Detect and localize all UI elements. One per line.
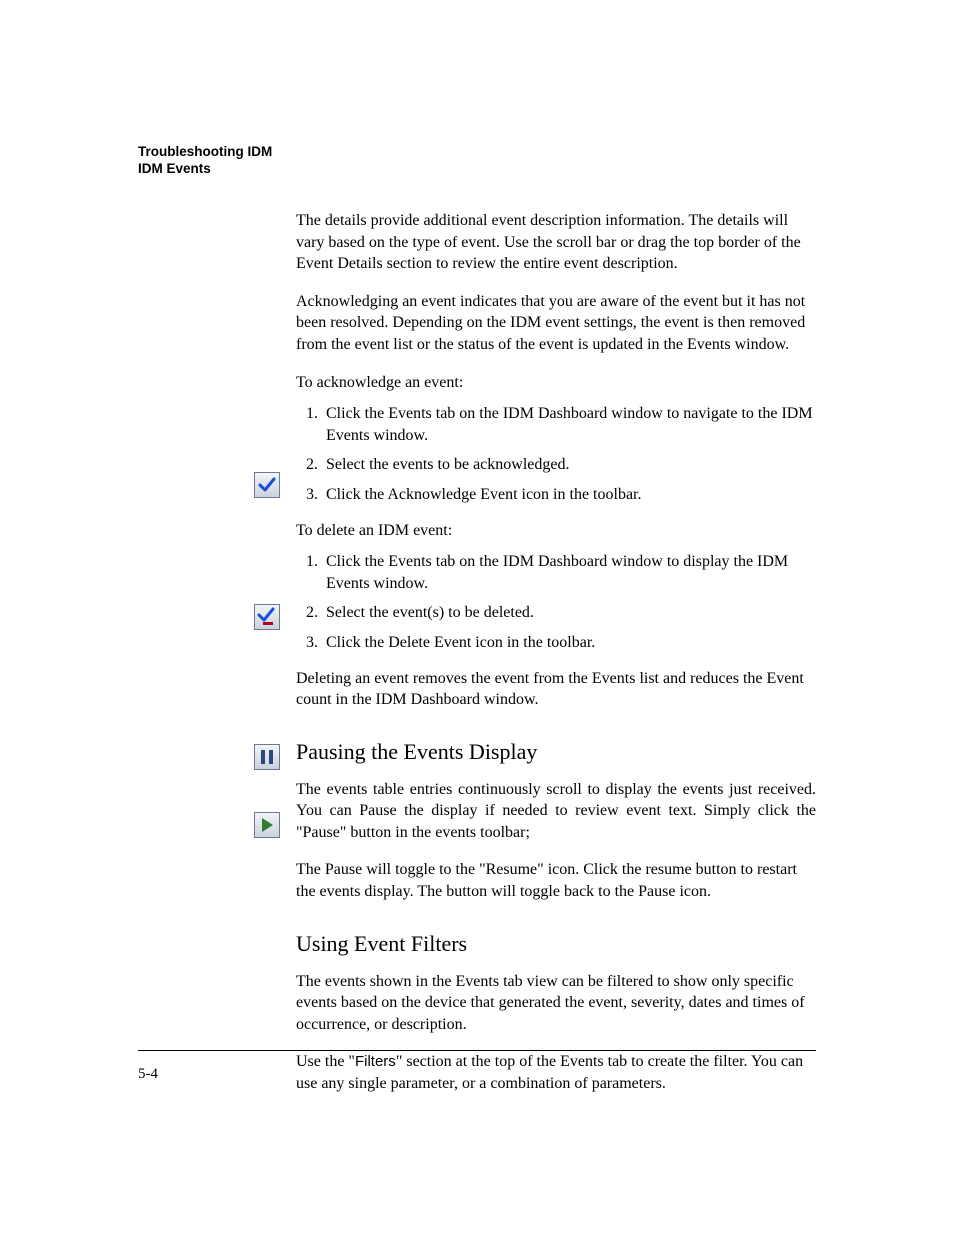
heading-filters: Using Event Filters (296, 931, 816, 957)
pause-glyph-icon (254, 744, 280, 770)
ack-step-3: Click the Acknowledge Event icon in the … (322, 484, 816, 506)
resume-icon (254, 812, 280, 838)
header-line-1: Troubleshooting IDM (138, 144, 272, 161)
del-step-2: Select the event(s) to be deleted. (322, 602, 816, 624)
page: Troubleshooting IDM IDM Events (0, 0, 954, 1235)
filters-p1: The events shown in the Events tab view … (296, 971, 816, 1036)
pause-p1: The events table entries continuously sc… (296, 779, 816, 844)
del-after: Deleting an event removes the event from… (296, 668, 816, 711)
pause-icon (254, 744, 280, 770)
del-step-1: Click the Events tab on the IDM Dashboar… (322, 551, 816, 594)
ack-steps: Click the Events tab on the IDM Dashboar… (296, 403, 816, 505)
footer-rule (138, 1050, 816, 1051)
content-column: The details provide additional event des… (296, 210, 816, 1111)
del-lead: To delete an IDM event: (296, 520, 816, 542)
paragraph-intro-2: Acknowledging an event indicates that yo… (296, 291, 816, 356)
ack-step-2: Select the events to be acknowledged. (322, 454, 816, 476)
checkmark-icon (254, 472, 280, 498)
ack-lead: To acknowledge an event: (296, 372, 816, 394)
acknowledge-event-icon (254, 472, 280, 498)
filters-p2: Use the "Filters" section at the top of … (296, 1051, 816, 1094)
page-number: 5-4 (138, 1066, 158, 1083)
header-line-2: IDM Events (138, 161, 272, 178)
checkmark-delete-icon (254, 604, 280, 630)
del-steps: Click the Events tab on the IDM Dashboar… (296, 551, 816, 653)
pause-p2: The Pause will toggle to the "Resume" ic… (296, 859, 816, 902)
heading-pausing: Pausing the Events Display (296, 739, 816, 765)
play-glyph-icon (254, 812, 280, 838)
filters-p2-pre: Use the " (296, 1053, 355, 1070)
paragraph-intro-1: The details provide additional event des… (296, 210, 816, 275)
del-step-3: Click the Delete Event icon in the toolb… (322, 632, 816, 654)
running-header: Troubleshooting IDM IDM Events (138, 144, 272, 178)
filters-word: Filters (355, 1053, 396, 1070)
ack-step-1: Click the Events tab on the IDM Dashboar… (322, 403, 816, 446)
delete-event-icon (254, 604, 280, 630)
